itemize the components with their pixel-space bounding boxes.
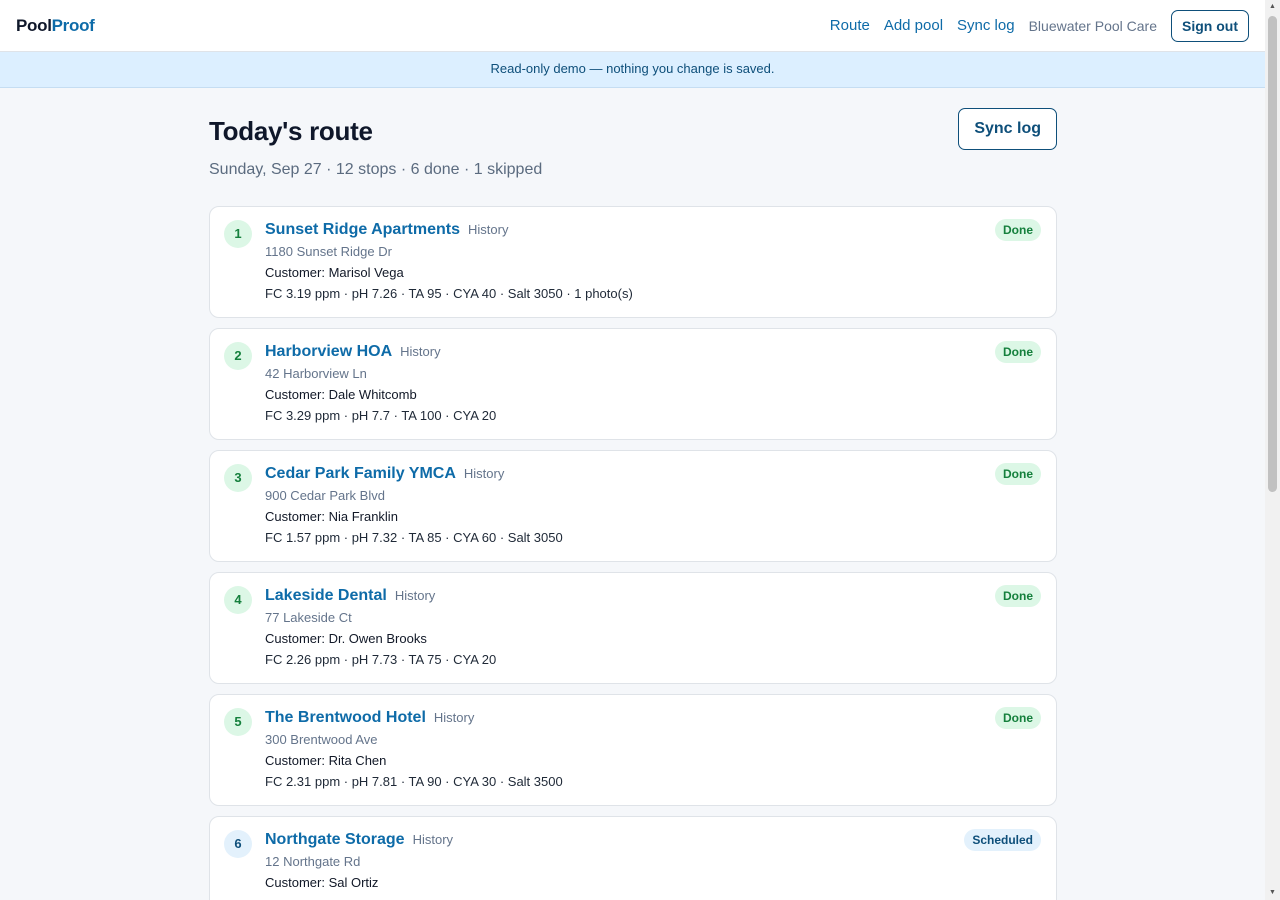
stop-address: 1180 Sunset Ridge Dr [265,244,392,259]
stop-address: 77 Lakeside Ct [265,610,352,625]
stop-card: 3 Cedar Park Family YMCA History 900 Ced… [209,450,1057,562]
brand-logo-part1: Pool [16,15,52,35]
stop-name-link[interactable]: Harborview HOA [265,343,392,361]
status-badge: Scheduled [964,829,1041,851]
sign-out-button[interactable]: Sign out [1171,9,1249,42]
stop-chemistry: FC 3.19 ppm · pH 7.26 · TA 95 · CYA 40 ·… [265,286,633,301]
stop-chemistry: FC 3.29 ppm · pH 7.7 · TA 100 · CYA 20 [265,408,497,423]
stop-customer: Customer: Dale Whitcomb [265,387,417,402]
status-badge: Done [995,219,1041,241]
scroll-down-arrow-icon[interactable]: ▼ [1265,886,1280,900]
stop-number: 2 [224,342,252,370]
stop-address: 900 Cedar Park Blvd [265,488,385,503]
stop-history-link[interactable]: History [434,710,474,725]
scroll-up-arrow-icon[interactable]: ▲ [1265,0,1280,14]
main-nav: Route Add pool Sync log Bluewater Pool C… [816,9,1249,42]
stop-customer: Customer: Nia Franklin [265,509,398,524]
sync-log-button[interactable]: Sync log [958,108,1057,150]
top-navbar: PoolProof Route Add pool Sync log Bluewa… [0,0,1265,52]
stop-address: 42 Harborview Ln [265,366,367,381]
stop-history-link[interactable]: History [400,344,440,359]
stop-card: 6 Northgate Storage History 12 Northgate… [209,816,1057,900]
organization-name: Bluewater Pool Care [1028,17,1157,34]
stop-chemistry [265,896,1042,900]
stop-name-link[interactable]: Cedar Park Family YMCA [265,465,456,483]
stop-history-link[interactable]: History [413,832,453,847]
nav-route-link[interactable]: Route [830,17,870,34]
stop-history-link[interactable]: History [395,588,435,603]
stop-card: 4 Lakeside Dental History 77 Lakeside Ct… [209,572,1057,684]
brand-logo-part2: Proof [51,15,95,35]
stop-chemistry: FC 1.57 ppm · pH 7.32 · TA 85 · CYA 60 ·… [265,530,563,545]
stop-chemistry: FC 2.26 ppm · pH 7.73 · TA 75 · CYA 20 [265,652,497,667]
brand-logo[interactable]: PoolProof [16,16,95,36]
nav-sync-log-link[interactable]: Sync log [957,17,1015,34]
nav-add-pool-link[interactable]: Add pool [884,17,943,34]
stop-number: 3 [224,464,252,492]
route-summary: Sunday, Sep 27 · 12 stops · 6 done · 1 s… [209,161,543,178]
stop-number: 4 [224,586,252,614]
status-badge: Done [995,341,1041,363]
stop-card: 5 The Brentwood Hotel History 300 Brentw… [209,694,1057,806]
stop-card: 2 Harborview HOA History 42 Harborview L… [209,328,1057,440]
status-badge: Done [995,707,1041,729]
stop-history-link[interactable]: History [464,466,504,481]
status-badge: Done [995,463,1041,485]
stop-list: 1 Sunset Ridge Apartments History 1180 S… [209,206,1057,900]
status-badge: Done [995,585,1041,607]
scrollbar-thumb[interactable] [1268,16,1277,492]
stop-customer: Customer: Marisol Vega [265,265,404,280]
page-header: Today's route Sunday, Sep 27 · 12 stops … [209,88,1057,206]
page-title: Today's route [209,116,373,146]
stop-chemistry: FC 2.31 ppm · pH 7.81 · TA 90 · CYA 30 ·… [265,774,563,789]
demo-banner: Read-only demo — nothing you change is s… [0,52,1265,88]
stop-name-link[interactable]: Northgate Storage [265,831,405,849]
stop-address: 12 Northgate Rd [265,854,361,869]
stop-name-link[interactable]: The Brentwood Hotel [265,709,426,727]
page-scrollbar[interactable]: ▲ ▼ [1265,0,1280,900]
stop-name-link[interactable]: Lakeside Dental [265,587,387,605]
stop-customer: Customer: Sal Ortiz [265,875,379,890]
stop-address: 300 Brentwood Ave [265,732,378,747]
stop-number: 6 [224,830,252,858]
stop-card: 1 Sunset Ridge Apartments History 1180 S… [209,206,1057,318]
stop-customer: Customer: Rita Chen [265,753,387,768]
route-page: Today's route Sunday, Sep 27 · 12 stops … [209,88,1057,900]
stop-name-link[interactable]: Sunset Ridge Apartments [265,221,460,239]
stop-number: 1 [224,220,252,248]
stop-number: 5 [224,708,252,736]
stop-history-link[interactable]: History [468,222,508,237]
stop-customer: Customer: Dr. Owen Brooks [265,631,427,646]
